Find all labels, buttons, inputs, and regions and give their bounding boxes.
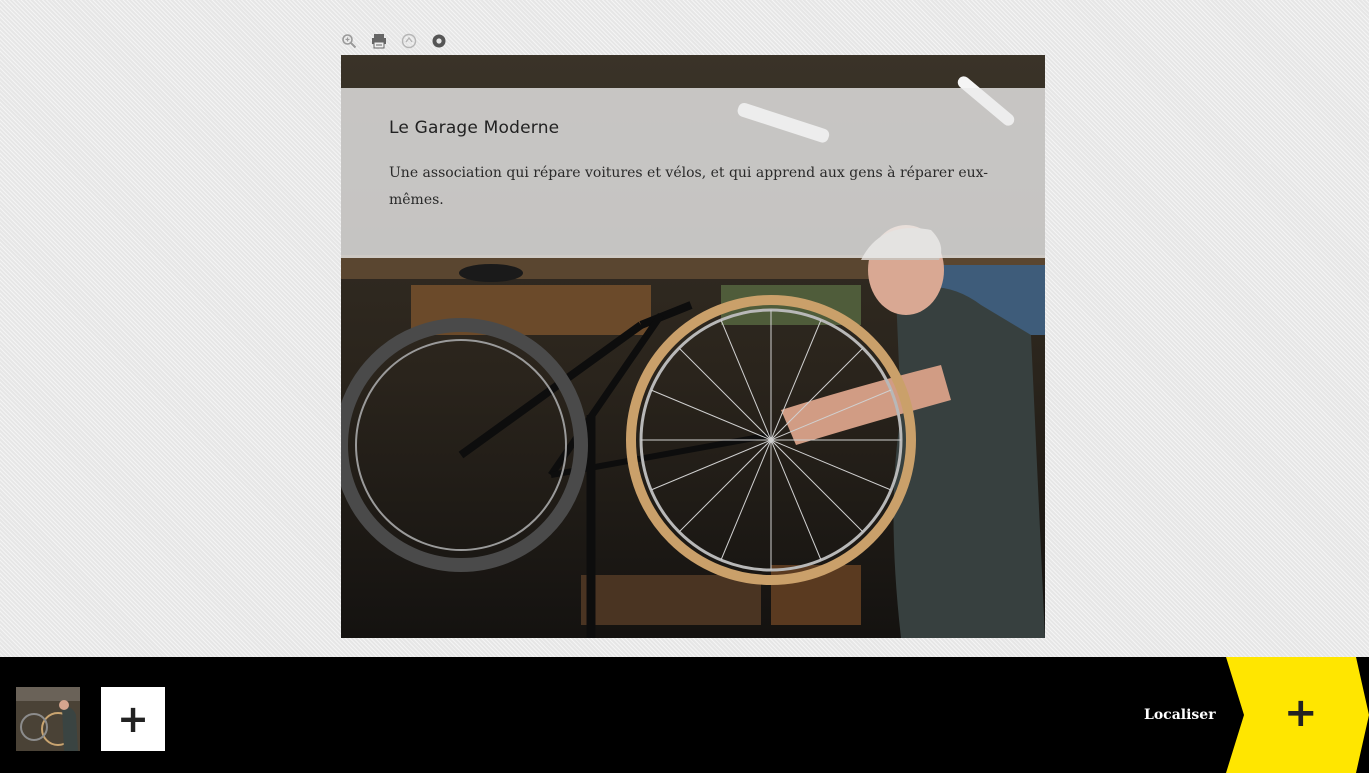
card-caption: Le Garage Moderne Une association qui ré… <box>341 88 1045 258</box>
settings-icon[interactable] <box>430 32 448 50</box>
bottom-bar: + Localiser + <box>0 657 1369 773</box>
next-button[interactable]: + <box>1226 657 1369 773</box>
localiser-link[interactable]: Localiser <box>1144 707 1216 723</box>
zoom-icon[interactable] <box>340 32 358 50</box>
next-plus-icon: + <box>1284 690 1318 736</box>
photo-thumbnail[interactable] <box>16 687 80 751</box>
add-plus-icon: + <box>117 697 149 741</box>
card-title: Le Garage Moderne <box>389 118 560 138</box>
photo-card[interactable]: Le Garage Moderne Une association qui ré… <box>341 55 1045 638</box>
add-button[interactable]: + <box>101 687 165 751</box>
print-icon[interactable] <box>370 32 388 50</box>
card-toolbar <box>340 31 448 51</box>
thumbnail-image <box>16 687 80 751</box>
share-icon[interactable] <box>400 32 418 50</box>
card-description: Une association qui répare voitures et v… <box>389 165 989 208</box>
